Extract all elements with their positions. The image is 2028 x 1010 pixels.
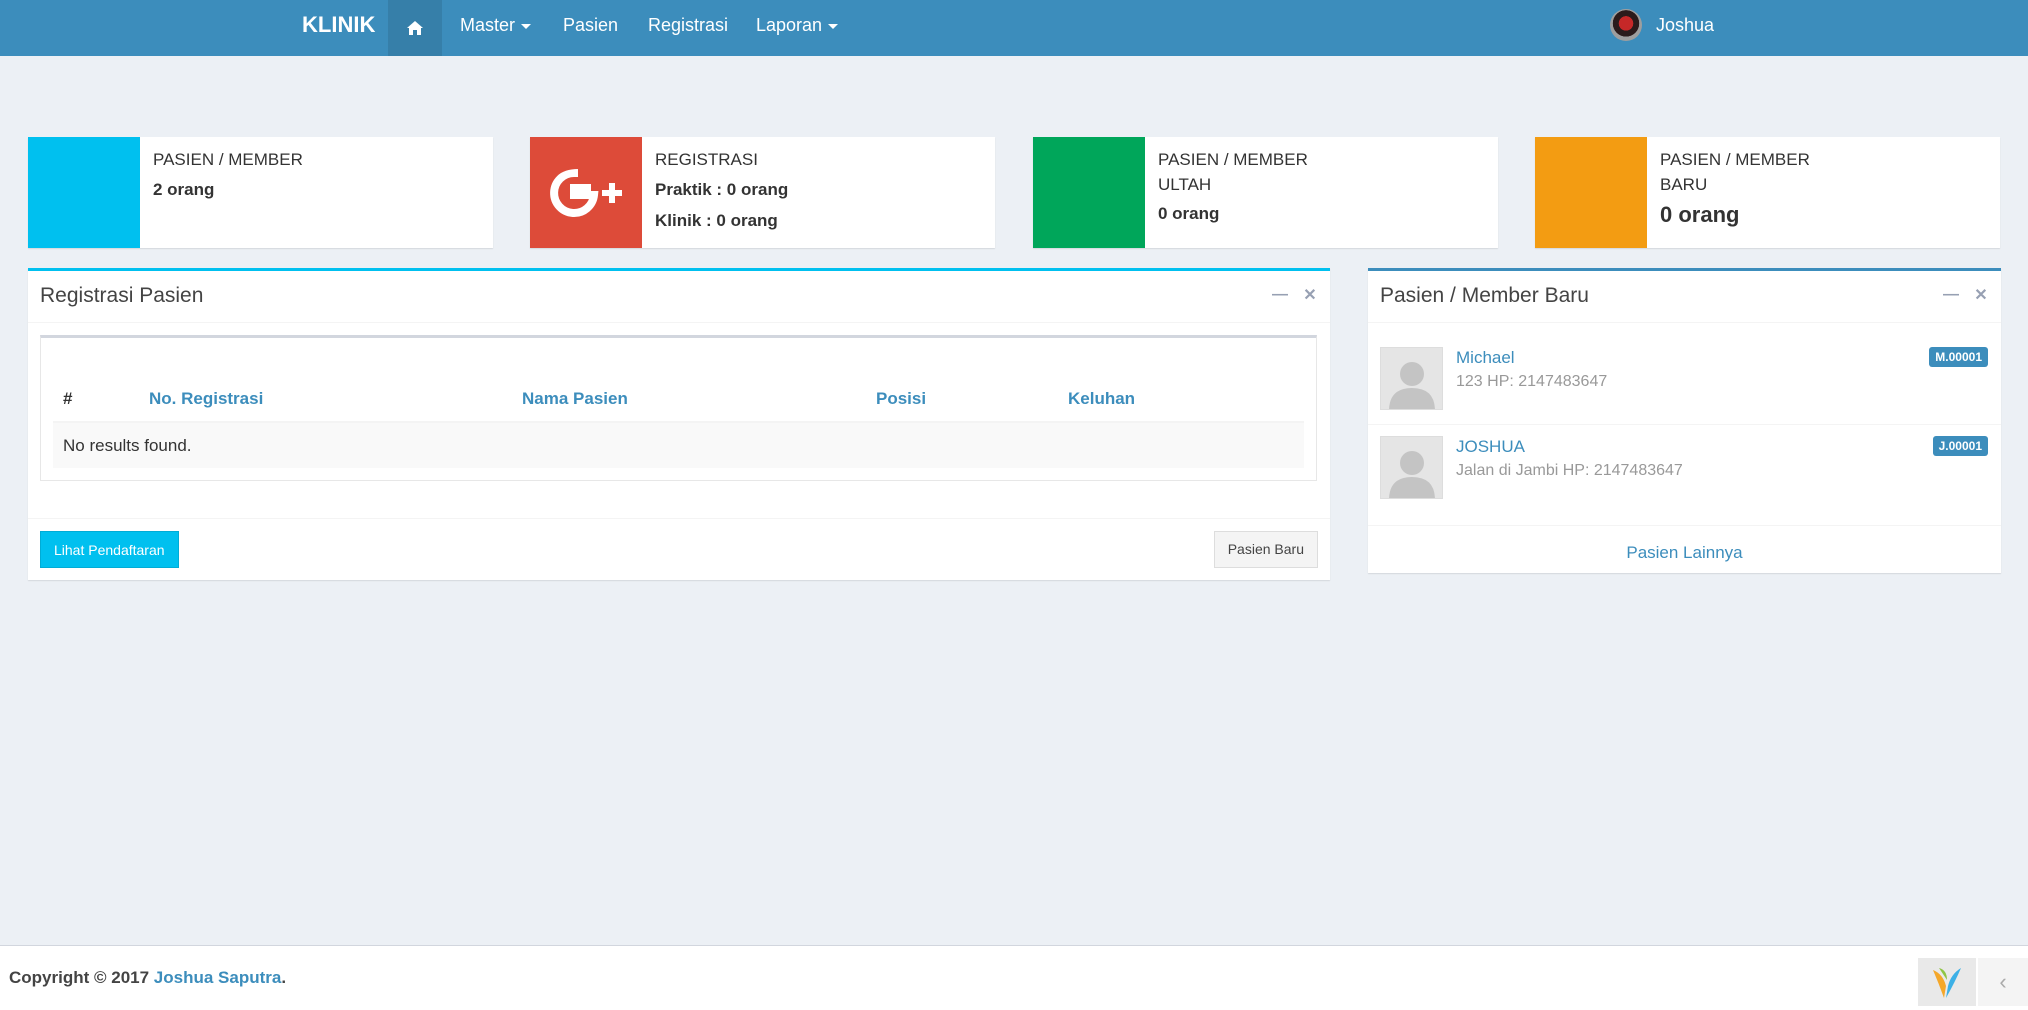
- empty-message: No results found.: [53, 422, 1304, 468]
- pasien-lainnya-link[interactable]: Pasien Lainnya: [1368, 543, 2001, 563]
- info-label: PASIEN / MEMBER: [153, 150, 303, 169]
- member-desc: Jalan di Jambi HP: 2147483647: [1456, 462, 1683, 479]
- copyright: Copyright © 2017 Joshua Saputra.: [9, 968, 286, 988]
- registrasi-box: Registrasi Pasien — ✕ # No. Registrasi N…: [28, 268, 1330, 580]
- avatar: [1610, 9, 1642, 41]
- birthday-icon: [1033, 137, 1145, 248]
- registrasi-table: # No. Registrasi Nama Pasien Posisi Kelu…: [53, 376, 1304, 468]
- table-row: No results found.: [53, 422, 1304, 468]
- box-title: Registrasi Pasien: [40, 284, 204, 307]
- member-desc: 123 HP: 2147483647: [1456, 373, 1608, 390]
- info-praktik: Praktik : 0 orang: [655, 180, 789, 199]
- info-box-ultah: PASIEN / MEMBER ULTAH 0 orang: [1033, 137, 1498, 248]
- member-name[interactable]: JOSHUA: [1456, 437, 1525, 457]
- avatar: [1380, 436, 1443, 499]
- info-label-2: ULTAH: [1158, 175, 1212, 194]
- info-label: PASIEN / MEMBER: [1660, 150, 1810, 169]
- home-icon: [407, 21, 423, 35]
- top-navbar: KLINIK Master Pasien Registrasi Laporan …: [0, 0, 2028, 56]
- info-label: PASIEN / MEMBER: [1158, 150, 1308, 169]
- col-label: Posisi: [876, 388, 927, 408]
- user-placeholder-icon: [1389, 362, 1435, 409]
- avatar: [1380, 347, 1443, 410]
- col-nama-pasien[interactable]: Nama Pasien: [512, 376, 866, 423]
- nav-laporan-label: Laporan: [756, 15, 823, 35]
- col-posisi[interactable]: Posisi: [866, 376, 1058, 423]
- member-code-badge: M.00001: [1929, 347, 1988, 367]
- chevron-down-icon: [521, 23, 532, 29]
- member-code-badge: J.00001: [1932, 436, 1988, 456]
- pasien-baru-button[interactable]: Pasien Baru: [1213, 531, 1318, 568]
- list-item[interactable]: JOSHUA Jalan di Jambi HP: 2147483647 J.0…: [1380, 436, 1988, 524]
- user-name: Joshua: [1656, 14, 1715, 35]
- col-label: No. Registrasi: [149, 388, 264, 408]
- nav-home[interactable]: [388, 0, 442, 56]
- chevron-left-icon[interactable]: ‹: [1978, 958, 2028, 1006]
- col-label: Keluhan: [1068, 388, 1136, 408]
- info-label: REGISTRASI: [655, 150, 758, 169]
- box-footer: Lihat Pendaftaran Pasien Baru: [28, 518, 1330, 580]
- col-number: #: [53, 376, 139, 423]
- nav-master[interactable]: Master: [460, 0, 532, 50]
- close-icon[interactable]: ✕: [1302, 285, 1318, 305]
- copyright-suffix: .: [281, 968, 287, 987]
- user-plus-icon: [1535, 137, 1647, 248]
- col-no-registrasi[interactable]: No. Registrasi: [139, 376, 512, 423]
- info-box-baru: PASIEN / MEMBER BARU 0 orang: [1535, 137, 2000, 248]
- box-header: Pasien / Member Baru — ✕: [1368, 271, 2001, 323]
- google-plus-icon: [530, 137, 642, 248]
- nav-laporan[interactable]: Laporan: [756, 0, 839, 50]
- info-value: 0 orang: [1660, 202, 1740, 227]
- nav-pasien[interactable]: Pasien: [563, 0, 618, 50]
- yii-logo-icon[interactable]: [1918, 958, 1976, 1006]
- col-keluhan[interactable]: Keluhan: [1058, 376, 1304, 423]
- close-icon[interactable]: ✕: [1973, 285, 1989, 305]
- lihat-pendaftaran-button[interactable]: Lihat Pendaftaran: [40, 531, 179, 568]
- minus-icon[interactable]: —: [1272, 285, 1288, 305]
- info-value: 2 orang: [153, 180, 215, 199]
- user-menu[interactable]: Joshua: [1610, 0, 1714, 50]
- list-item[interactable]: Michael 123 HP: 2147483647 M.00001: [1380, 347, 1988, 435]
- divider: [1368, 424, 2001, 425]
- page-footer: Copyright © 2017 Joshua Saputra. ‹: [0, 945, 2028, 1010]
- info-box-registrasi: REGISTRASI Praktik : 0 orang Klinik : 0 …: [530, 137, 995, 248]
- nav-master-label: Master: [460, 15, 516, 35]
- chevron-down-icon: [828, 23, 839, 29]
- member-name[interactable]: Michael: [1456, 348, 1515, 368]
- copyright-prefix: Copyright © 2017: [9, 968, 154, 987]
- author-link[interactable]: Joshua Saputra: [154, 968, 282, 987]
- info-box-pasien: PASIEN / MEMBER 2 orang: [28, 137, 493, 248]
- minus-icon[interactable]: —: [1943, 285, 1959, 305]
- info-value: 0 orang: [1158, 204, 1220, 223]
- brand-logo[interactable]: KLINIK: [302, 0, 375, 56]
- member-box: Pasien / Member Baru — ✕ Michael 123 HP:…: [1368, 268, 2001, 573]
- col-label: Nama Pasien: [522, 388, 628, 408]
- box-title: Pasien / Member Baru: [1380, 284, 1589, 307]
- registrasi-grid: # No. Registrasi Nama Pasien Posisi Kelu…: [40, 335, 1317, 481]
- info-klinik: Klinik : 0 orang: [655, 211, 778, 230]
- user-placeholder-icon: [1389, 451, 1435, 498]
- divider: [1368, 525, 2001, 526]
- nav-registrasi[interactable]: Registrasi: [648, 0, 728, 50]
- box-header: Registrasi Pasien — ✕: [28, 271, 1330, 323]
- user-icon: [28, 137, 140, 248]
- info-label-2: BARU: [1660, 175, 1708, 194]
